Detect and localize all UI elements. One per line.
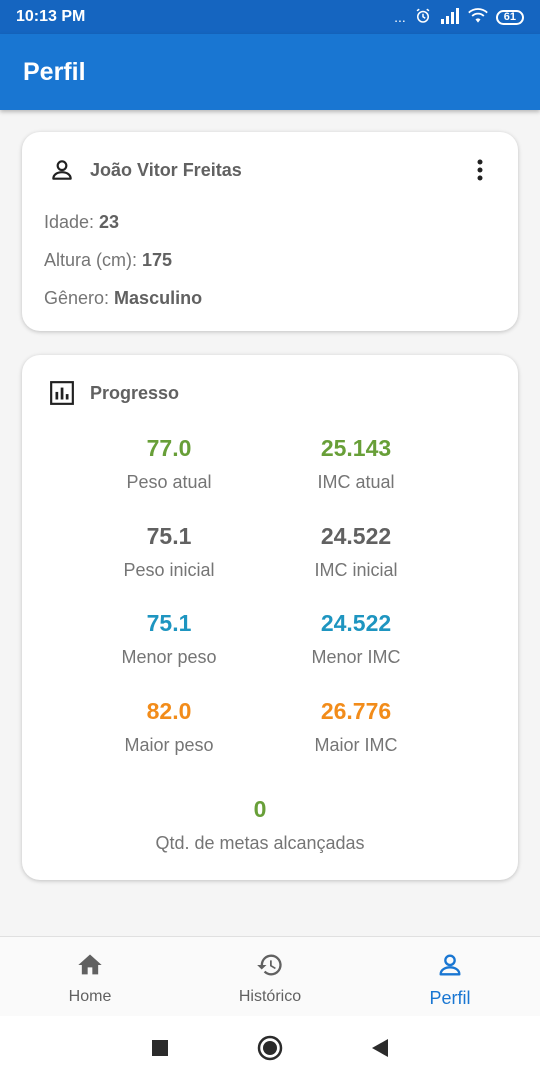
- app-bar: Perfil: [0, 34, 540, 110]
- back-triangle-icon[interactable]: [371, 1038, 389, 1058]
- gender-value: Masculino: [114, 288, 203, 308]
- stat-lowest-weight: 75.1 Menor peso: [69, 609, 269, 669]
- stat-value: 24.522: [320, 523, 392, 549]
- stat-current-bmi: 25.143 IMC atual: [256, 434, 456, 494]
- progress-header: Progresso: [48, 379, 179, 407]
- system-icons: ... 61: [394, 7, 524, 28]
- stat-label: Menor peso: [121, 647, 217, 667]
- person-icon: [436, 951, 464, 984]
- stat-current-weight: 77.0 Peso atual: [69, 434, 269, 494]
- stat-label: Menor IMC: [311, 647, 401, 667]
- stat-value: 77.0: [146, 435, 192, 461]
- nav-label: Home: [68, 988, 112, 1005]
- stat-highest-bmi: 26.776 Maior IMC: [256, 697, 456, 757]
- stat-label: Maior peso: [124, 735, 214, 755]
- stat-value: 75.1: [146, 523, 192, 549]
- stat-label: Maior IMC: [314, 735, 398, 755]
- home-icon: [76, 951, 104, 984]
- nav-home[interactable]: Home: [0, 937, 180, 1016]
- profile-card: João Vitor Freitas Idade: 23 Altura (cm)…: [22, 132, 518, 331]
- age-label: Idade:: [44, 212, 100, 232]
- bar-chart-icon: [48, 379, 76, 407]
- page-title: Perfil: [23, 57, 86, 86]
- stat-label: Qtd. de metas alcançadas: [155, 833, 365, 853]
- stat-highest-weight: 82.0 Maior peso: [69, 697, 269, 757]
- stat-value: 82.0: [146, 698, 192, 724]
- stat-value: 24.522: [320, 610, 392, 636]
- home-circle-icon[interactable]: [257, 1035, 283, 1061]
- nav-history[interactable]: Histórico: [180, 937, 360, 1016]
- stat-label: Peso inicial: [123, 560, 215, 580]
- stat-lowest-bmi: 24.522 Menor IMC: [256, 609, 456, 669]
- history-icon: [256, 951, 284, 984]
- stat-value: 0: [253, 796, 267, 822]
- stat-value: 75.1: [146, 610, 192, 636]
- person-outline-icon: [48, 156, 76, 184]
- more-vert-icon[interactable]: [468, 156, 492, 184]
- system-navigation-bar: [0, 1016, 540, 1080]
- status-bar: 10:13 PM ... 61: [0, 0, 540, 34]
- profile-name: João Vitor Freitas: [90, 159, 242, 180]
- wifi-icon: [467, 7, 488, 27]
- stat-label: IMC inicial: [314, 560, 398, 580]
- age-row: Idade: 23: [44, 212, 119, 233]
- height-row: Altura (cm): 175: [44, 250, 172, 271]
- height-label: Altura (cm):: [44, 250, 143, 270]
- gender-row: Gênero: Masculino: [44, 288, 202, 309]
- stat-value: 25.143: [320, 435, 392, 461]
- notification-dots: ...: [394, 9, 406, 25]
- signal-icon: [440, 7, 460, 27]
- gender-label: Gênero:: [44, 288, 115, 308]
- recents-square-icon[interactable]: [151, 1039, 169, 1057]
- height-value: 175: [142, 250, 173, 270]
- stat-label: Peso atual: [126, 472, 212, 492]
- profile-header: João Vitor Freitas: [48, 156, 242, 184]
- bottom-navigation: Home Histórico Perfil: [0, 936, 540, 1016]
- progress-title: Progresso: [90, 382, 180, 403]
- progress-card: Progresso 77.0 Peso atual 25.143 IMC atu…: [22, 355, 518, 880]
- stat-initial-bmi: 24.522 IMC inicial: [256, 522, 456, 582]
- stat-goals-reached: 0 Qtd. de metas alcançadas: [110, 795, 410, 855]
- status-time: 10:13 PM: [16, 8, 86, 25]
- stat-label: IMC atual: [317, 472, 395, 492]
- stat-initial-weight: 75.1 Peso inicial: [69, 522, 269, 582]
- nav-profile[interactable]: Perfil: [360, 937, 540, 1016]
- nav-label: Histórico: [238, 988, 302, 1005]
- alarm-icon: [414, 7, 432, 28]
- battery-indicator: 61: [495, 9, 524, 25]
- age-value: 23: [99, 212, 120, 232]
- nav-label: Perfil: [429, 988, 471, 1008]
- stat-value: 26.776: [320, 698, 392, 724]
